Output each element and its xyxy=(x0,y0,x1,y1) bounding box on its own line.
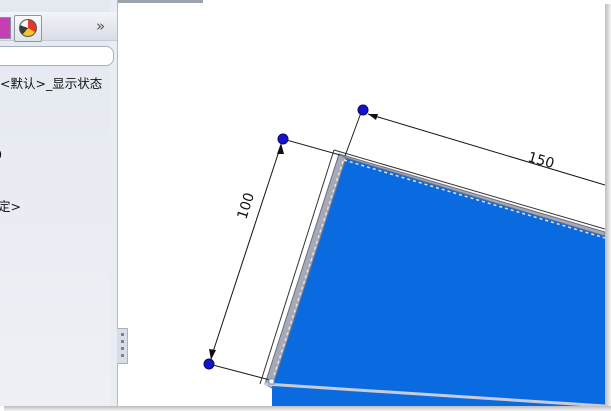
panel-resize-grip[interactable] xyxy=(117,328,128,364)
dimension-100-label[interactable]: 100 xyxy=(235,191,258,221)
app-window: 150 100 » <默认>_显示状态 0 定> xyxy=(0,0,605,406)
dim-100-point-top[interactable] xyxy=(277,133,289,145)
corner-marker xyxy=(268,378,275,385)
grip-dot xyxy=(121,354,124,357)
dimension-150-label[interactable]: 150 xyxy=(526,149,556,172)
window-shadow-bottom xyxy=(4,406,611,411)
dim-100-line xyxy=(210,144,282,359)
display-manager-icon xyxy=(19,19,37,37)
top-edge-line xyxy=(118,0,203,3)
more-tabs-chevron-icon[interactable]: » xyxy=(96,17,105,35)
dim-100-arrow-top xyxy=(277,143,284,154)
sketch-face[interactable] xyxy=(272,158,605,406)
tree-item-partial[interactable]: 0 xyxy=(0,147,2,162)
grip-dot xyxy=(121,333,124,336)
dim-150-point[interactable] xyxy=(357,104,369,116)
dim-100-point-bottom[interactable] xyxy=(203,358,215,370)
dim-100-extension-bottom xyxy=(208,363,271,381)
dim-100-extension-top xyxy=(282,138,341,156)
tree-item-display-state[interactable]: <默认>_显示状态 xyxy=(0,73,102,92)
grip-dot xyxy=(121,340,124,343)
tree-filter-input[interactable] xyxy=(0,46,114,66)
grip-dot xyxy=(121,347,124,350)
feature-manager-panel: » <默认>_显示状态 0 定> xyxy=(0,0,118,406)
tab-display-manager[interactable] xyxy=(14,15,42,42)
dim-100-arrow-bottom xyxy=(209,349,216,360)
window-shadow-right xyxy=(605,4,611,411)
dim-150-extension-left xyxy=(344,109,363,157)
tab-property-manager[interactable] xyxy=(0,17,11,39)
tree-item-partial-2[interactable]: 定> xyxy=(0,196,21,215)
dim-150-arrow xyxy=(368,114,378,120)
